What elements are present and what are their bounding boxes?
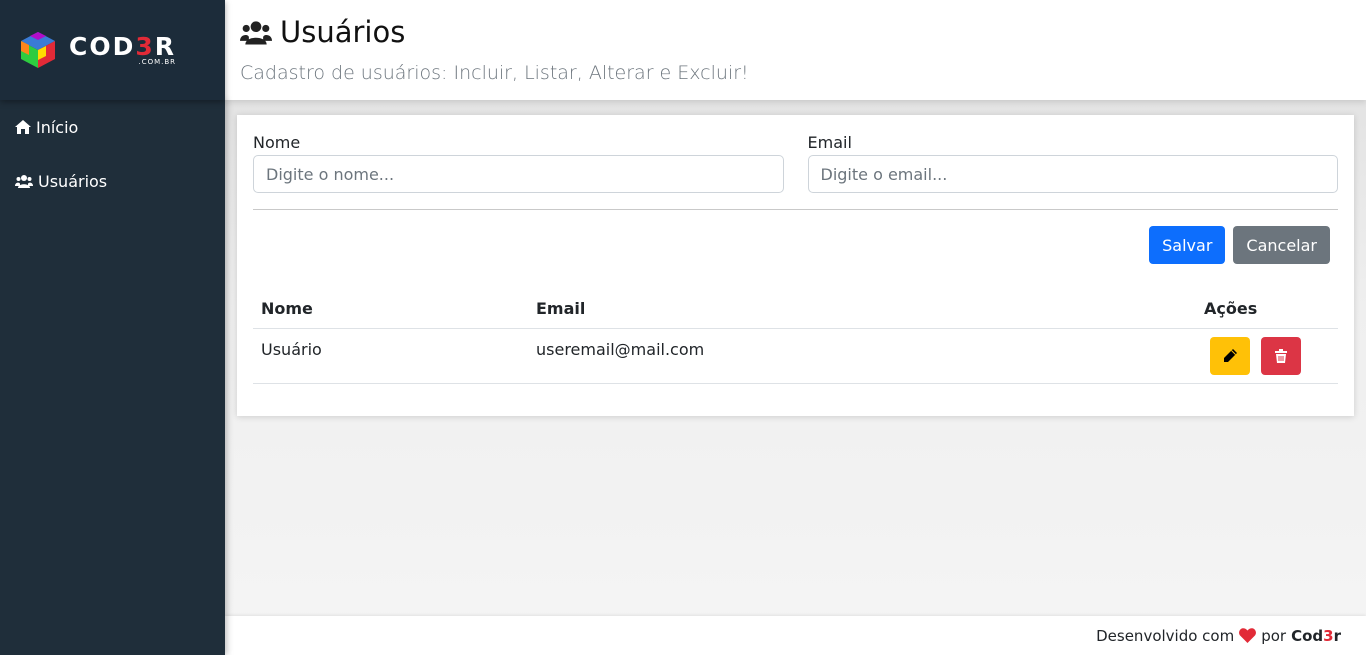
sidebar-item-usuarios[interactable]: Usuários xyxy=(0,154,225,208)
edit-button[interactable] xyxy=(1210,336,1250,375)
pencil-icon xyxy=(1224,348,1237,362)
column-header-name: Nome xyxy=(253,289,528,329)
users-icon xyxy=(240,21,272,45)
sidebar-item-inicio[interactable]: Início xyxy=(0,100,225,154)
page-subtitle: Cadastro de usuários: Incluir, Listar, A… xyxy=(240,62,749,84)
form-actions: Salvar Cancelar xyxy=(253,226,1338,264)
table-header-row: Nome Email Ações xyxy=(253,289,1338,329)
save-button[interactable]: Salvar xyxy=(1149,226,1226,264)
form-divider xyxy=(253,209,1338,210)
column-header-actions: Ações xyxy=(1196,289,1338,329)
delete-button[interactable] xyxy=(1261,336,1302,375)
main-content: Nome Email Salvar Cancelar Nome Email Aç… xyxy=(225,100,1366,616)
email-form-group: Email xyxy=(807,133,1338,193)
cancel-button[interactable]: Cancelar xyxy=(1233,226,1330,264)
heart-icon xyxy=(1239,628,1257,643)
home-icon xyxy=(15,120,31,134)
page-title: Usuários xyxy=(240,12,1366,52)
cell-actions xyxy=(1196,328,1338,384)
user-card: Nome Email Salvar Cancelar Nome Email Aç… xyxy=(237,115,1354,416)
email-input[interactable] xyxy=(807,155,1338,193)
footer-by: por xyxy=(1261,626,1287,645)
cell-email: useremail@mail.com xyxy=(528,328,1196,384)
user-form: Nome Email xyxy=(253,133,1338,193)
name-input[interactable] xyxy=(253,155,784,193)
page-header: Usuários Cadastro de usuários: Incluir, … xyxy=(225,0,1366,100)
email-label: Email xyxy=(807,133,852,152)
page-title-text: Usuários xyxy=(280,15,406,49)
sidebar-menu: Início Usuários xyxy=(0,100,225,655)
name-label: Nome xyxy=(253,133,301,152)
name-form-group: Nome xyxy=(253,133,784,193)
users-icon xyxy=(15,175,33,188)
sidebar-item-label: Usuários xyxy=(38,171,108,191)
table-row: Usuário useremail@mail.com xyxy=(253,328,1338,384)
footer-text: Desenvolvido com xyxy=(1096,626,1235,645)
logo-wordmark: COD3R xyxy=(69,32,177,61)
cube-logo-icon xyxy=(21,32,55,68)
users-table: Nome Email Ações Usuário useremail@mail.… xyxy=(253,289,1338,384)
cell-name: Usuário xyxy=(253,328,528,384)
trash-icon xyxy=(1275,348,1288,363)
logo-text: COD3R .COM.BR xyxy=(69,32,177,67)
sidebar-item-label: Início xyxy=(36,117,79,137)
page-footer: Desenvolvido com por Cod3r xyxy=(225,616,1366,655)
logo-domain: .COM.BR xyxy=(138,58,177,66)
footer-brand-link[interactable]: Cod3r xyxy=(1291,627,1341,645)
column-header-email: Email xyxy=(528,289,1196,329)
logo[interactable]: COD3R .COM.BR xyxy=(0,0,225,100)
